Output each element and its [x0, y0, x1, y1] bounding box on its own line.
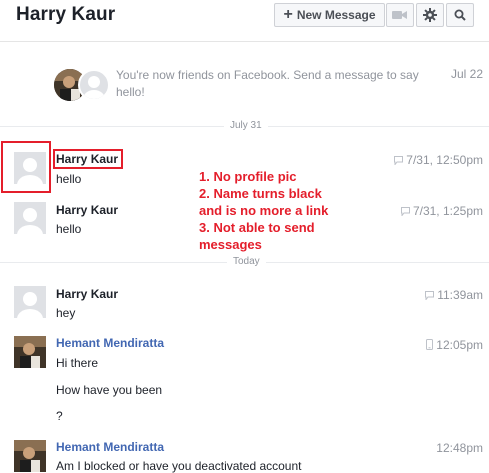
message-text: hello	[56, 172, 82, 186]
message-text: Hi there	[56, 356, 99, 370]
default-avatar	[14, 202, 46, 234]
video-icon	[392, 11, 407, 19]
gear-icon	[423, 8, 437, 22]
sender-name: Harry Kaur	[56, 203, 119, 217]
friends-notice-time: Jul 22	[451, 67, 484, 81]
message-text: hello	[56, 222, 82, 236]
day-divider-label: July 31	[224, 120, 268, 131]
mobile-icon	[426, 339, 434, 350]
message-time: 12:48pm	[436, 441, 483, 455]
annotation-box-avatar	[1, 141, 51, 193]
message-time: 7/31, 12:50pm	[394, 153, 483, 167]
default-avatar	[78, 69, 110, 101]
settings-button[interactable]	[416, 3, 444, 27]
plus-icon: +	[283, 6, 293, 23]
message-text: ?	[56, 409, 63, 423]
avatar-photo	[14, 440, 46, 472]
chat-icon	[394, 156, 404, 165]
notice-avatars	[54, 69, 112, 103]
message-time: 11:39am	[425, 288, 483, 302]
new-message-button[interactable]: + New Message	[274, 3, 385, 27]
annotation-note: 1. No profile pic 2. Name turns black an…	[199, 168, 359, 253]
friends-notice-text: You're now friends on Facebook. Send a m…	[116, 68, 419, 99]
annotation-line: 3. Not able to send	[199, 220, 315, 235]
chat-icon	[425, 291, 435, 300]
message-text: hey	[56, 306, 76, 320]
search-button[interactable]	[446, 3, 474, 27]
message-time: 7/31, 1:25pm	[400, 204, 483, 218]
annotation-line: 2. Name turns black	[199, 186, 322, 201]
chat-icon	[400, 207, 410, 216]
day-divider-label: Today	[227, 256, 266, 267]
annotation-line: and is no more a link	[199, 203, 329, 218]
annotation-line: messages	[199, 237, 262, 252]
new-message-label: New Message	[296, 8, 376, 22]
conversation-title: Harry Kaur	[16, 4, 116, 25]
search-icon	[454, 9, 466, 21]
sender-name-link[interactable]: Hemant Mendiratta	[56, 336, 164, 350]
sender-name: Harry Kaur	[56, 287, 119, 301]
message-text: Am I blocked or have you deactivated acc…	[56, 459, 302, 473]
conversation-header: Harry Kaur + New Message	[0, 0, 489, 42]
message-text: How have you been	[56, 383, 163, 397]
annotation-line: 1. No profile pic	[199, 169, 297, 184]
default-avatar	[14, 286, 46, 318]
annotation-box-name	[53, 149, 123, 169]
video-call-button[interactable]	[386, 3, 414, 27]
sender-name-link[interactable]: Hemant Mendiratta	[56, 440, 164, 454]
message-time: 12:05pm	[426, 338, 483, 352]
avatar-photo	[14, 336, 46, 368]
